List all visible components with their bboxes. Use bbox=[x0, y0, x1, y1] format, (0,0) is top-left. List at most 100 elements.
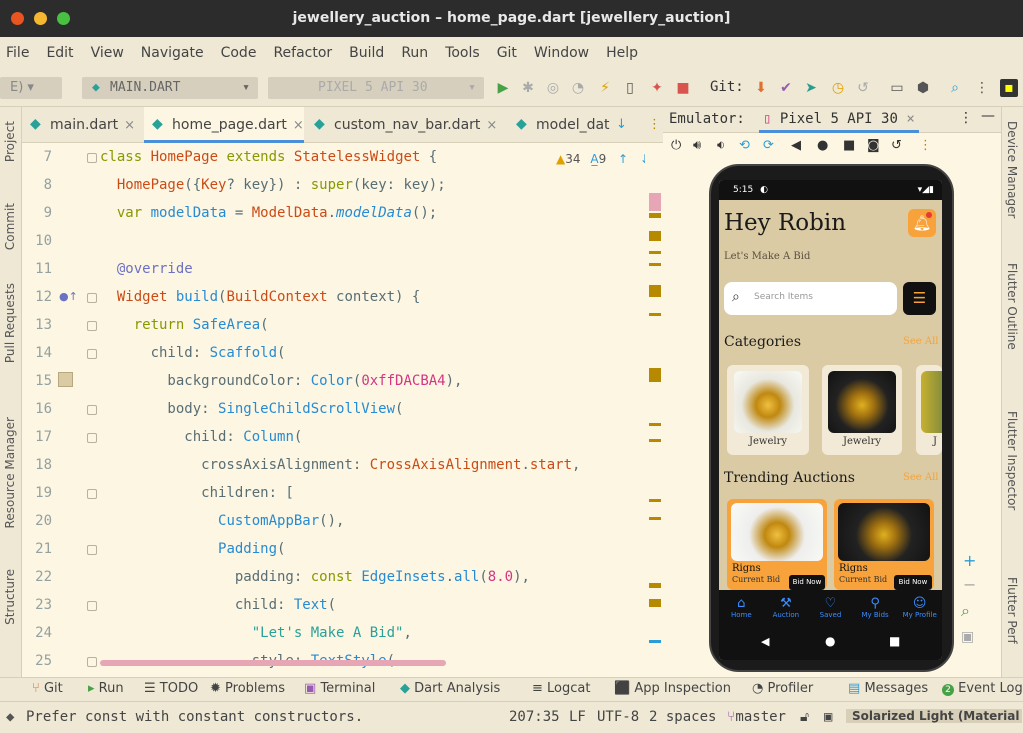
minimize-icon[interactable]: — bbox=[981, 108, 995, 124]
volume-down-icon[interactable]: 🔉︎ bbox=[717, 138, 725, 153]
more-icon[interactable]: ⋮ bbox=[973, 79, 991, 97]
color-swatch-icon[interactable] bbox=[58, 372, 73, 387]
rollback-icon[interactable]: ↺ bbox=[854, 79, 872, 97]
category-card[interactable]: Jewelry bbox=[727, 365, 809, 455]
tab-model-data[interactable]: ◆ model_dat bbox=[508, 107, 618, 143]
nav-auction[interactable]: ⚒ Auction bbox=[766, 597, 806, 620]
fold-marker[interactable] bbox=[87, 545, 97, 555]
emulator-device-tab[interactable]: ▯ Pixel 5 API 30 × bbox=[759, 107, 919, 133]
close-window-button[interactable] bbox=[11, 12, 24, 25]
fold-marker[interactable] bbox=[87, 405, 97, 415]
zoom-in-icon[interactable]: + bbox=[963, 551, 976, 570]
tool-event-log[interactable]: 2 Event Log bbox=[942, 681, 1023, 696]
menu-git[interactable]: Git bbox=[497, 45, 517, 61]
override-gutter-icon[interactable]: ●↑ bbox=[59, 290, 78, 303]
indent-setting[interactable]: 2 spaces bbox=[649, 709, 716, 725]
filter-button[interactable]: ☰ bbox=[903, 282, 936, 315]
tool-flutter-performance[interactable]: Flutter Perf bbox=[1005, 577, 1019, 644]
tool-terminal[interactable]: ▣ Terminal bbox=[304, 681, 375, 696]
notification-icon[interactable]: ▣ bbox=[824, 709, 832, 725]
tool-flutter-inspector[interactable]: Flutter Inspector bbox=[1005, 411, 1019, 510]
plugin-icon[interactable]: ▪ bbox=[1000, 79, 1018, 97]
menu-navigate[interactable]: Navigate bbox=[141, 45, 204, 61]
nav-my-bids[interactable]: ⚲ My Bids bbox=[855, 597, 895, 620]
menu-file[interactable]: File bbox=[6, 45, 29, 61]
git-branch[interactable]: ⑂master bbox=[727, 709, 786, 725]
git-update-icon[interactable]: ⬇ bbox=[752, 79, 770, 97]
file-encoding[interactable]: UTF-8 bbox=[597, 709, 639, 725]
menu-window[interactable]: Window bbox=[534, 45, 589, 61]
fold-marker[interactable] bbox=[87, 601, 97, 611]
category-card[interactable]: J bbox=[916, 365, 942, 455]
auction-card[interactable]: Rigns Current Bid Bid Now bbox=[834, 499, 934, 590]
sdk-manager-icon[interactable]: ⬢ bbox=[914, 79, 932, 97]
notification-button[interactable]: 🔔︎ bbox=[908, 209, 936, 237]
history-icon[interactable]: ◷ bbox=[829, 79, 847, 97]
tool-dart-analysis[interactable]: ◆ Dart Analysis bbox=[400, 681, 500, 696]
attach-icon[interactable]: ✦ bbox=[648, 79, 666, 97]
tab-home-page-dart[interactable]: ◆ home_page.dart × bbox=[144, 107, 304, 143]
device-manager-icon[interactable]: ▭ bbox=[888, 79, 906, 97]
scroll-thumb[interactable] bbox=[649, 193, 661, 211]
code-editor[interactable]: class HomePage extends StatelessWidget {… bbox=[100, 143, 645, 668]
tool-todo[interactable]: ☰ TODO bbox=[144, 681, 198, 696]
rotate-right-icon[interactable]: ⟳ bbox=[763, 138, 774, 153]
git-commit-icon[interactable]: ✔ bbox=[777, 79, 795, 97]
hot-reload-icon[interactable]: ⚡ bbox=[596, 79, 614, 97]
category-card[interactable]: Jewelry bbox=[822, 365, 902, 455]
fold-marker[interactable] bbox=[87, 321, 97, 331]
tab-main-dart[interactable]: ◆ main.dart × bbox=[22, 107, 135, 143]
cursor-position[interactable]: 207:35 bbox=[509, 709, 560, 725]
zoom-out-icon[interactable]: − bbox=[963, 575, 976, 594]
nav-my-profile[interactable]: ☺ My Profile bbox=[900, 597, 940, 620]
inspection-widget[interactable]: ▲34 A̲9 ↑ ↓ bbox=[556, 152, 650, 166]
fold-marker[interactable] bbox=[87, 657, 97, 667]
nav-saved[interactable]: ♡ Saved bbox=[810, 597, 850, 620]
fold-marker[interactable] bbox=[87, 293, 97, 303]
line-separator[interactable]: LF bbox=[569, 709, 586, 725]
tool-device-manager[interactable]: Device Manager bbox=[1005, 121, 1019, 218]
tool-pull-requests[interactable]: Pull Requests bbox=[3, 283, 17, 363]
tool-run[interactable]: ▸ Run bbox=[88, 681, 124, 696]
git-push-icon[interactable]: ➤ bbox=[802, 79, 820, 97]
tabs-dropdown-icon[interactable]: ↓ bbox=[616, 117, 627, 132]
search-input[interactable]: ⌕ Search Items bbox=[724, 282, 897, 315]
tool-project[interactable]: Project bbox=[3, 121, 17, 162]
fold-marker[interactable] bbox=[87, 349, 97, 359]
power-icon[interactable]: ⏻ bbox=[671, 138, 681, 153]
home-icon[interactable]: ● bbox=[825, 634, 835, 648]
auction-card[interactable]: Rigns Current Bid Bid Now bbox=[727, 499, 827, 590]
profile-icon[interactable]: ◎ bbox=[544, 79, 562, 97]
trending-see-all-link[interactable]: See All bbox=[903, 472, 938, 483]
horizontal-scrollbar[interactable] bbox=[100, 660, 446, 666]
fold-marker[interactable] bbox=[87, 433, 97, 443]
minimize-window-button[interactable] bbox=[34, 12, 47, 25]
tool-problems[interactable]: ✹ Problems bbox=[210, 681, 285, 696]
device-file-icon[interactable]: ▯ bbox=[621, 79, 639, 97]
theme-indicator[interactable]: Solarized Light (Material bbox=[846, 709, 1022, 723]
tool-structure[interactable]: Structure bbox=[3, 569, 17, 625]
close-icon[interactable]: × bbox=[486, 118, 497, 133]
fold-marker[interactable] bbox=[87, 153, 97, 163]
menu-view[interactable]: View bbox=[91, 45, 124, 61]
prev-highlight-icon[interactable]: ↑ bbox=[618, 152, 628, 166]
snapshot-icon[interactable]: ↺ bbox=[891, 138, 902, 153]
home-icon[interactable]: ● bbox=[817, 138, 828, 153]
more-icon[interactable]: ⋮ bbox=[919, 138, 932, 153]
back-icon[interactable]: ◀ bbox=[791, 138, 801, 153]
rotate-left-icon[interactable]: ⟲ bbox=[739, 138, 750, 153]
close-icon[interactable]: × bbox=[906, 111, 914, 127]
menu-run[interactable]: Run bbox=[401, 45, 428, 61]
coverage-icon[interactable]: ◔ bbox=[569, 79, 587, 97]
phone-screen[interactable]: 5:15 ◐ ▾◢▮ Hey Robin 🔔︎ Let's Make A Bid… bbox=[719, 180, 942, 660]
bid-now-button[interactable]: Bid Now bbox=[789, 575, 825, 590]
tool-logcat[interactable]: ≡ Logcat bbox=[532, 681, 590, 696]
menu-build[interactable]: Build bbox=[349, 45, 384, 61]
debug-icon[interactable]: ✱ bbox=[519, 79, 537, 97]
run-icon[interactable]: ▶ bbox=[494, 79, 512, 97]
tab-custom-nav-bar-dart[interactable]: ◆ custom_nav_bar.dart × bbox=[306, 107, 497, 143]
menu-help[interactable]: Help bbox=[606, 45, 638, 61]
menu-edit[interactable]: Edit bbox=[46, 45, 73, 61]
fold-marker[interactable] bbox=[87, 489, 97, 499]
zoom-fit-icon[interactable]: ⌕ bbox=[961, 601, 970, 621]
